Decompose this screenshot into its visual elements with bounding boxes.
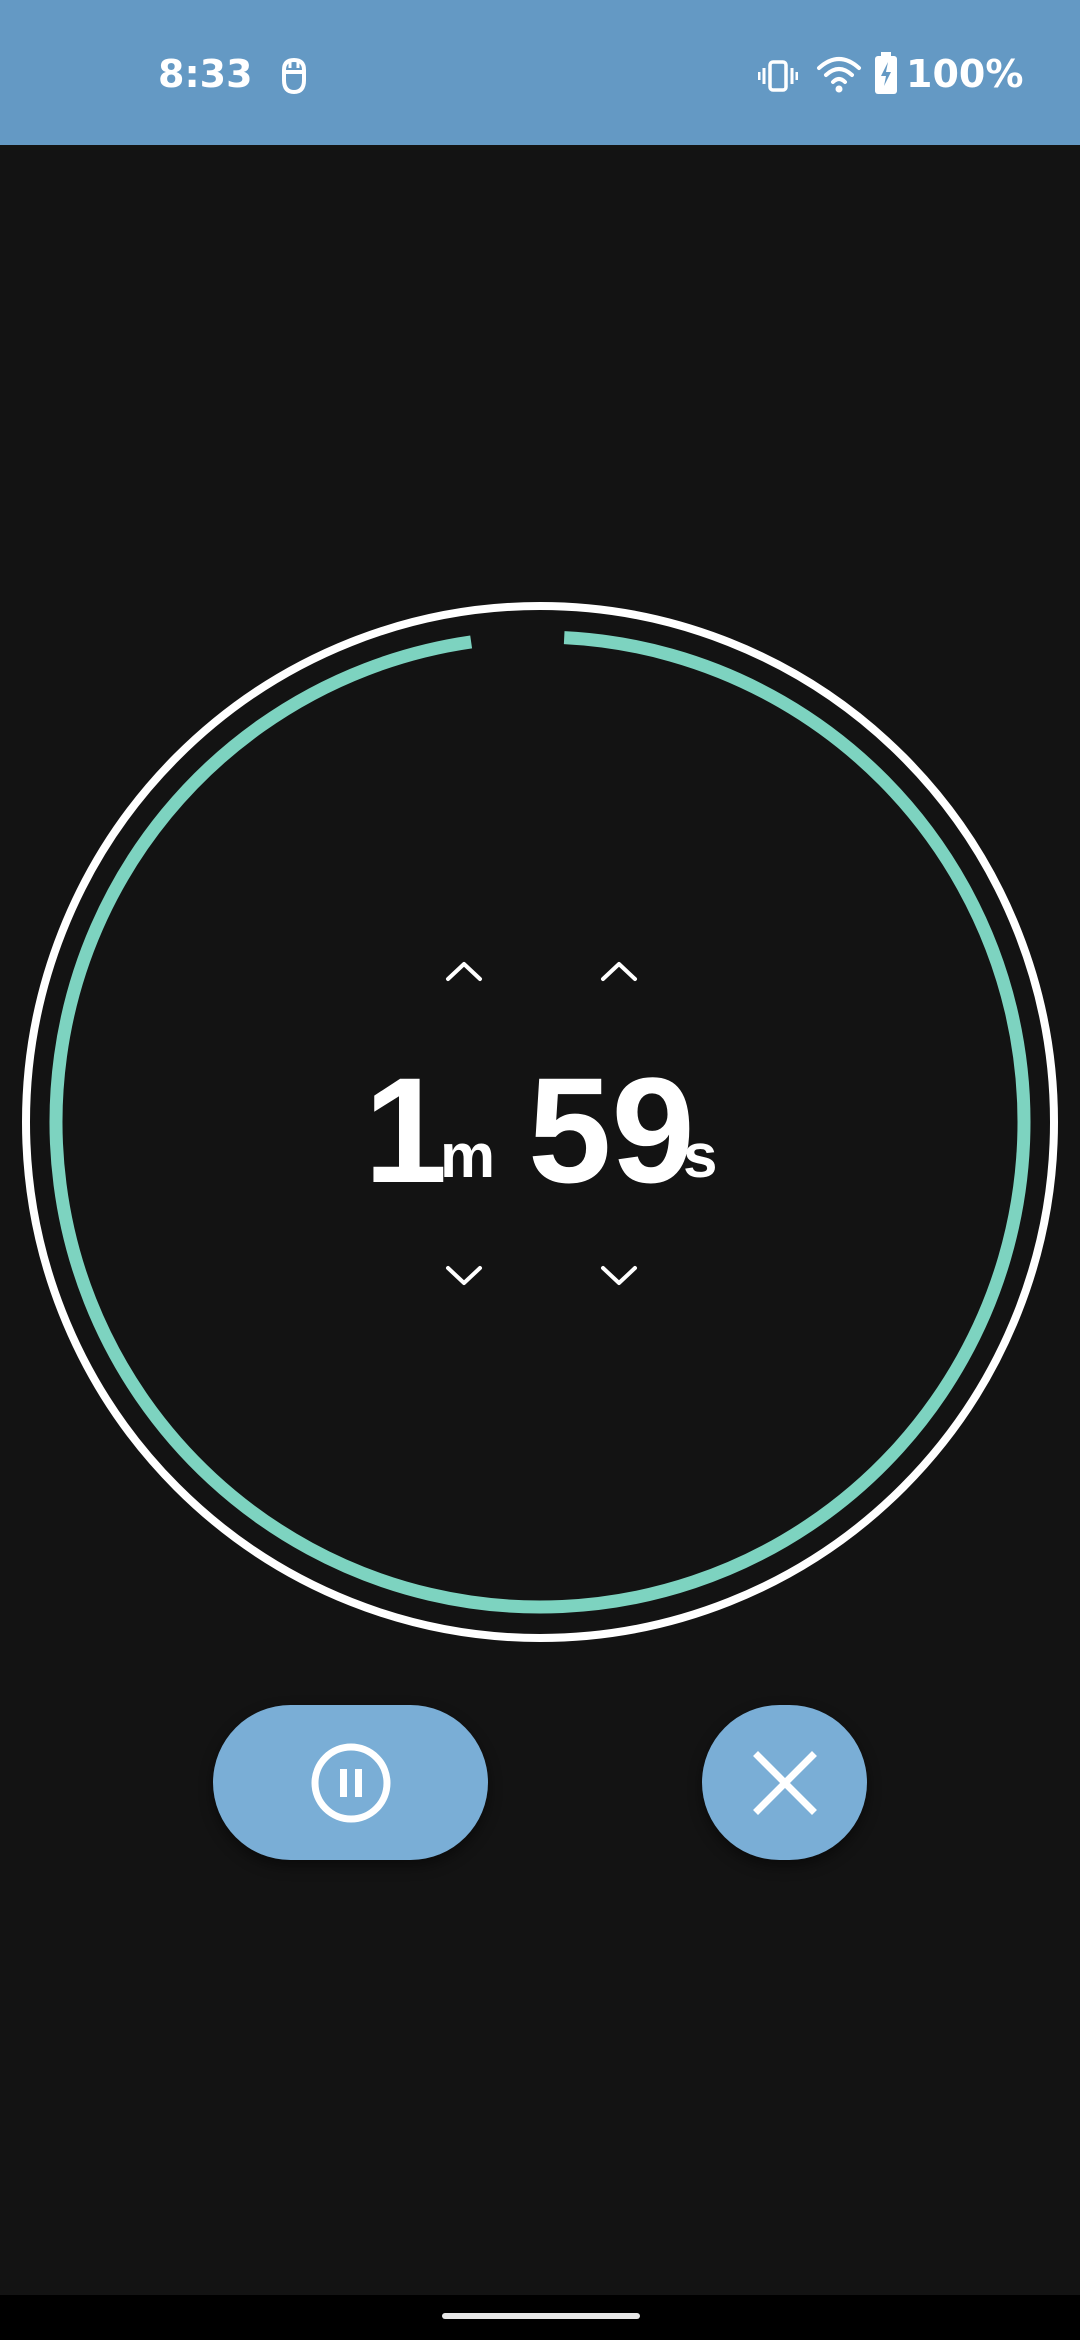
seconds-value: 59 <box>528 1046 695 1214</box>
seconds-increase-chevron-up-icon[interactable] <box>597 955 641 985</box>
close-button[interactable] <box>702 1705 867 1860</box>
minutes-increase-chevron-up-icon[interactable] <box>442 955 486 985</box>
minutes-decrease-chevron-down-icon[interactable] <box>442 1262 486 1292</box>
status-time: 8:33 <box>158 52 253 96</box>
status-bar: 8:33 100% <box>0 0 1080 145</box>
home-gesture-handle[interactable] <box>442 2313 640 2319</box>
minutes-unit: m <box>440 1122 496 1191</box>
pause-icon <box>311 1743 390 1822</box>
notification-app-icon <box>282 57 306 95</box>
battery-percentage: 100% <box>906 52 1024 96</box>
navigation-bar <box>0 2295 1080 2340</box>
time-display: 1 m 59 s <box>0 1046 1080 1214</box>
minutes-value: 1 <box>364 1046 448 1214</box>
pause-button[interactable] <box>213 1705 488 1860</box>
seconds-unit: s <box>683 1122 718 1191</box>
close-icon <box>752 1750 817 1815</box>
wifi-icon <box>817 57 861 93</box>
battery-charging-icon <box>875 52 897 94</box>
timer-screen: 8:33 100% 1 m 59 s <box>0 0 1080 2340</box>
seconds-decrease-chevron-down-icon[interactable] <box>597 1262 641 1292</box>
vibrate-icon <box>758 60 798 92</box>
